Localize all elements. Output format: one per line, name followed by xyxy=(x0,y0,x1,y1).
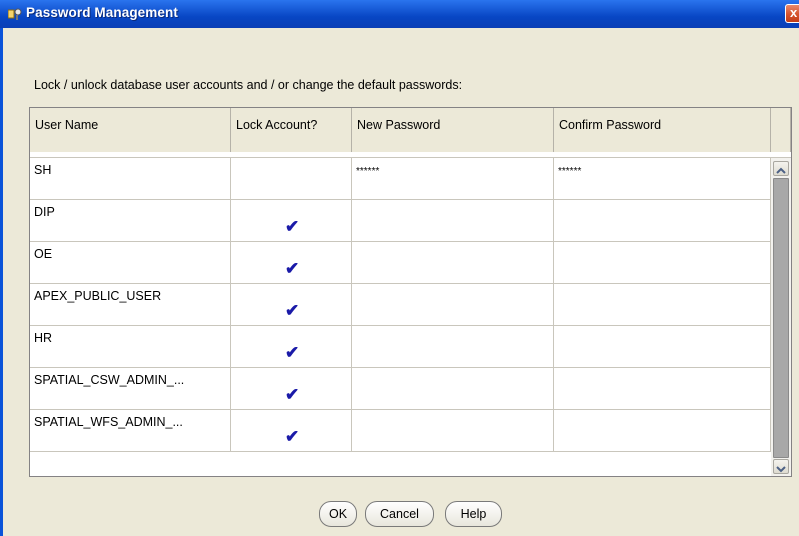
vertical-scrollbar[interactable] xyxy=(771,158,791,476)
scroll-up-button[interactable] xyxy=(773,161,789,176)
checkmark-icon: ✔ xyxy=(285,343,300,362)
confirm-password-field[interactable] xyxy=(554,200,771,242)
column-header-lock-account[interactable]: Lock Account? xyxy=(231,108,352,152)
user-name-cell: DIP xyxy=(30,200,231,242)
lock-account-checkbox[interactable]: ✔ xyxy=(231,368,352,410)
column-header-corner xyxy=(771,108,791,152)
new-password-field[interactable] xyxy=(352,200,554,242)
confirm-password-field[interactable] xyxy=(554,368,771,410)
scroll-thumb[interactable] xyxy=(773,178,789,458)
user-name-cell: HR xyxy=(30,326,231,368)
column-header-user-name[interactable]: User Name xyxy=(30,108,231,152)
table-row[interactable]: SPATIAL_WFS_ADMIN_... ✔ xyxy=(30,410,771,452)
scroll-down-button[interactable] xyxy=(773,459,789,474)
lock-account-checkbox[interactable]: ✔ xyxy=(231,326,352,368)
close-button[interactable]: x xyxy=(785,4,799,23)
lock-account-checkbox[interactable]: ✔ xyxy=(231,284,352,326)
user-name-cell: APEX_PUBLIC_USER xyxy=(30,284,231,326)
confirm-password-field[interactable]: ****** xyxy=(554,158,771,200)
user-name-cell: OE xyxy=(30,242,231,284)
confirm-password-field[interactable] xyxy=(554,284,771,326)
scroll-down-arrow-icon xyxy=(776,466,786,473)
column-header-confirm-password[interactable]: Confirm Password xyxy=(554,108,771,152)
scroll-up-arrow-icon xyxy=(776,167,786,174)
user-name-cell: SH xyxy=(30,158,231,200)
table-row[interactable]: OE ✔ xyxy=(30,242,771,284)
title-bar[interactable]: Password Management x xyxy=(0,0,799,28)
table-row[interactable]: DIP ✔ xyxy=(30,200,771,242)
new-password-field[interactable] xyxy=(352,326,554,368)
key-user-icon xyxy=(8,8,22,20)
new-password-field[interactable] xyxy=(352,410,554,452)
help-button[interactable]: Help xyxy=(445,501,502,527)
lock-account-checkbox[interactable] xyxy=(231,158,352,200)
user-name-cell: SPATIAL_WFS_ADMIN_... xyxy=(30,410,231,452)
user-name-cell: SPATIAL_CSW_ADMIN_... xyxy=(30,368,231,410)
window-title: Password Management xyxy=(26,5,178,20)
checkmark-icon: ✔ xyxy=(285,385,300,404)
new-password-field[interactable] xyxy=(352,242,554,284)
table-row[interactable]: SH ****** ****** xyxy=(30,158,771,200)
lock-account-checkbox[interactable]: ✔ xyxy=(231,242,352,284)
ok-button[interactable]: OK xyxy=(319,501,357,527)
checkmark-icon: ✔ xyxy=(285,259,300,278)
confirm-password-field[interactable] xyxy=(554,326,771,368)
password-management-dialog: Password Management x Lock / unlock data… xyxy=(0,0,799,536)
new-password-field[interactable]: ****** xyxy=(352,158,554,200)
table-row[interactable]: APEX_PUBLIC_USER ✔ xyxy=(30,284,771,326)
new-password-field[interactable] xyxy=(352,368,554,410)
lock-account-checkbox[interactable]: ✔ xyxy=(231,200,352,242)
table-row[interactable]: HR ✔ xyxy=(30,326,771,368)
checkmark-icon: ✔ xyxy=(285,217,300,236)
table-row[interactable]: SPATIAL_CSW_ADMIN_... ✔ xyxy=(30,368,771,410)
instruction-text: Lock / unlock database user accounts and… xyxy=(34,78,463,92)
column-header-new-password[interactable]: New Password xyxy=(352,108,554,152)
checkmark-icon: ✔ xyxy=(285,301,300,320)
new-password-field[interactable] xyxy=(352,284,554,326)
lock-account-checkbox[interactable]: ✔ xyxy=(231,410,352,452)
close-icon: x xyxy=(790,5,798,20)
cancel-button[interactable]: Cancel xyxy=(365,501,434,527)
confirm-password-field[interactable] xyxy=(554,410,771,452)
confirm-password-field[interactable] xyxy=(554,242,771,284)
checkmark-icon: ✔ xyxy=(285,427,300,446)
